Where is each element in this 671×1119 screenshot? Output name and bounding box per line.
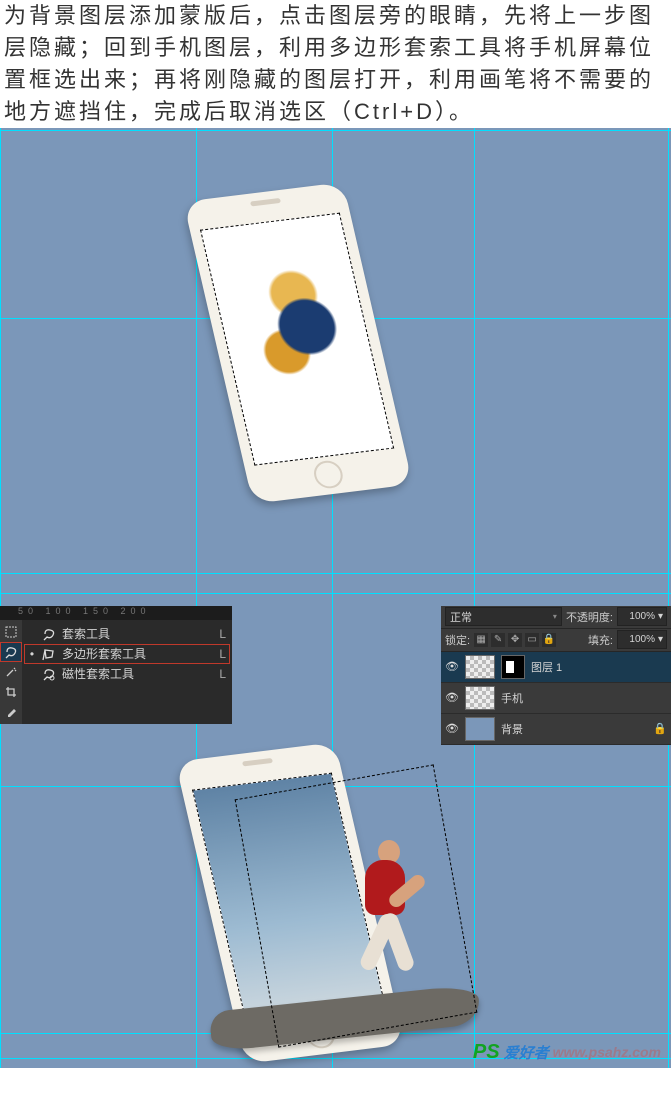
lock-transparency-icon[interactable]: ▦ <box>474 633 488 647</box>
lasso-tool-flyout: 50 100 150 200 套索工具L•多边形 <box>0 606 232 724</box>
home-button-icon <box>311 459 345 490</box>
opacity-label: 不透明度: <box>566 609 613 625</box>
mag-lasso-icon <box>42 667 56 681</box>
lock-all-icon[interactable]: 🔒 <box>542 633 556 647</box>
guide-v <box>196 128 197 1068</box>
lasso-icon <box>42 627 56 641</box>
toolbar-strip <box>0 620 22 724</box>
watermark: PS 爱好者 www.psahz.com <box>473 1041 661 1064</box>
menu-item-label: 磁性套索工具 <box>62 665 134 682</box>
layers-panel-header-row1: 正常▾ 不透明度: 100%▾ <box>441 606 671 629</box>
phone1-screen-selection <box>200 212 394 465</box>
guide-h <box>0 593 671 594</box>
lasso-menu-item[interactable]: 磁性套索工具 L <box>24 664 230 684</box>
lock-pixels-icon[interactable]: ✎ <box>491 633 505 647</box>
lasso-menu-item[interactable]: 套索工具 L <box>24 624 230 644</box>
eyedropper-tool-icon[interactable] <box>0 702 22 722</box>
phone-mock-1 <box>183 182 412 504</box>
watermark-domain: www.psahz.com <box>553 1044 661 1060</box>
poly-lasso-icon <box>42 647 56 661</box>
lock-artboard-icon[interactable]: ▭ <box>525 633 539 647</box>
tutorial-text: 为背景图层添加蒙版后，点击图层旁的眼睛，先将上一步图层隐藏；回到手机图层，利用多… <box>0 0 671 128</box>
layers-panel-header-row2: 锁定: ▦ ✎ ✥ ▭ 🔒 填充: 100%▾ <box>441 629 671 652</box>
layer-mask-thumb <box>501 655 525 679</box>
betta-fish-art <box>209 220 386 458</box>
watermark-site: 爱好者 <box>504 1042 549 1063</box>
menu-item-label: 多边形套索工具 <box>62 645 146 662</box>
opacity-value[interactable]: 100%▾ <box>617 607 667 626</box>
crop-tool-icon[interactable] <box>0 682 22 702</box>
layer-thumb <box>465 686 495 710</box>
lock-label: 锁定: <box>445 632 470 648</box>
guide-v <box>0 128 1 1068</box>
fill-label: 填充: <box>588 632 613 648</box>
guide-h <box>0 130 671 131</box>
layer-thumb <box>465 717 495 741</box>
guide-v <box>668 128 669 1068</box>
lasso-menu-item[interactable]: • 多边形套索工具 L <box>24 644 230 664</box>
menu-shortcut: L <box>219 647 226 661</box>
lock-position-icon[interactable]: ✥ <box>508 633 522 647</box>
layer-row[interactable]: 👁 背景 🔒 <box>441 714 671 745</box>
guide-v <box>474 128 475 1068</box>
menu-shortcut: L <box>219 667 226 681</box>
canvas-area: 50 100 150 200 套索工具L•多边形 <box>0 128 671 1068</box>
magic-wand-tool-icon[interactable] <box>0 662 22 682</box>
watermark-ps: PS <box>473 1041 500 1064</box>
layer-name: 手机 <box>501 690 667 706</box>
blend-mode-select[interactable]: 正常▾ <box>445 607 562 626</box>
layer-name: 背景 <box>501 721 647 737</box>
layers-panel: 正常▾ 不透明度: 100%▾ 锁定: ▦ ✎ ✥ ▭ 🔒 填充: 100%▾ … <box>441 606 671 745</box>
visibility-eye-icon[interactable]: 👁 <box>445 722 459 735</box>
layer-list: 👁 图层 1 👁 手机 👁 背景 🔒 <box>441 652 671 745</box>
layer-row[interactable]: 👁 手机 <box>441 683 671 714</box>
layer-name: 图层 1 <box>531 659 667 675</box>
visibility-eye-icon[interactable]: 👁 <box>445 691 459 704</box>
ruler: 50 100 150 200 <box>0 606 232 620</box>
lasso-tool-icon[interactable] <box>0 642 22 662</box>
guide-h <box>0 573 671 574</box>
layer-thumb <box>465 655 495 679</box>
menu-item-label: 套索工具 <box>62 625 110 642</box>
lasso-submenu: 套索工具 L • 多边形套索工具 L 磁性套索工具 L <box>22 620 232 724</box>
marquee-selection <box>235 764 478 1047</box>
menu-shortcut: L <box>219 627 226 641</box>
layer-row[interactable]: 👁 图层 1 <box>441 652 671 683</box>
menu-marker: • <box>28 647 36 661</box>
visibility-eye-icon[interactable]: 👁 <box>445 660 459 673</box>
lock-icon: 🔒 <box>653 722 667 735</box>
marquee-tool-icon[interactable] <box>0 622 22 642</box>
lock-icon-group: ▦ ✎ ✥ ▭ 🔒 <box>474 633 556 647</box>
fill-value[interactable]: 100%▾ <box>617 630 667 649</box>
